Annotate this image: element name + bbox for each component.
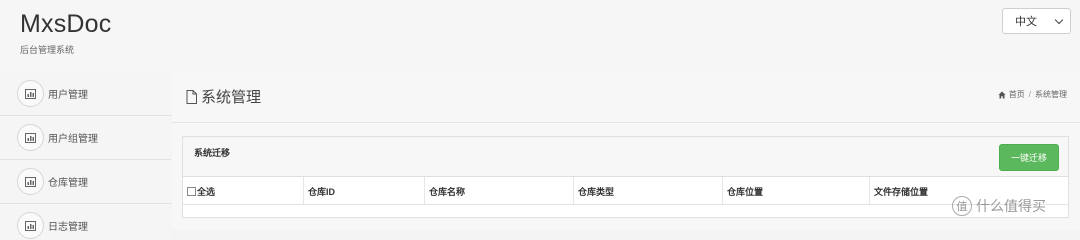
watermark: 值 什么值得买 <box>952 196 1046 216</box>
top-header: MxsDoc 后台管理系统 中文 <box>0 0 1080 72</box>
select-all-checkbox[interactable] <box>187 186 196 196</box>
header-divider <box>172 122 1080 123</box>
sidebar-item-log-management[interactable]: 日志管理 <box>0 204 171 240</box>
breadcrumb: 首页 / 系统管理 <box>998 89 1067 100</box>
breadcrumb-separator: / <box>1028 90 1031 99</box>
watermark-text: 什么值得买 <box>976 198 1046 214</box>
file-icon <box>186 89 197 104</box>
language-select-value: 中文 <box>1015 16 1037 28</box>
sidebar-item-user-management[interactable]: 用户管理 <box>0 72 171 116</box>
chevron-down-icon <box>1054 15 1064 25</box>
column-repo-name: 仓库名称 <box>425 177 574 205</box>
migration-panel: 系统迁移 一键迁移 全选 仓库ID 仓库名称 仓库类型 仓库位置 文件存储位置 <box>182 136 1069 218</box>
column-header: 仓库位置 <box>727 186 764 197</box>
home-icon <box>998 91 1006 98</box>
one-click-migrate-button[interactable]: 一键迁移 <box>999 144 1059 171</box>
column-header: 全选 <box>197 186 216 197</box>
main-content: 系统管理 首页 / 系统管理 系统迁移 一键迁移 全选 仓库ID 仓库名称 仓库… <box>172 72 1080 230</box>
breadcrumb-current: 系统管理 <box>1035 90 1067 99</box>
page-header: 系统管理 <box>186 86 261 107</box>
column-header: 仓库名称 <box>429 186 466 197</box>
column-repo-type: 仓库类型 <box>574 177 723 205</box>
sidebar-item-label: 用户管理 <box>48 90 88 101</box>
bar-chart-icon <box>17 212 44 239</box>
bar-chart-icon <box>17 124 44 151</box>
page-title: 系统管理 <box>201 89 262 106</box>
column-repo-location: 仓库位置 <box>723 177 870 205</box>
bar-chart-icon <box>17 80 44 107</box>
panel-title: 系统迁移 <box>194 148 231 158</box>
sidebar-item-label: 用户组管理 <box>48 134 98 145</box>
panel-heading: 系统迁移 一键迁移 <box>183 137 1068 177</box>
column-header: 文件存储位置 <box>874 186 929 197</box>
column-header: 仓库ID <box>308 186 336 197</box>
column-repo-id: 仓库ID <box>304 177 425 205</box>
table-header-row: 全选 仓库ID 仓库名称 仓库类型 仓库位置 文件存储位置 <box>183 177 1068 205</box>
sidebar-item-label: 日志管理 <box>48 222 88 233</box>
sidebar-item-repo-management[interactable]: 仓库管理 <box>0 160 171 204</box>
sidebar: 用户管理 用户组管理 仓库管理 日志管理 <box>0 72 171 240</box>
column-select-all[interactable]: 全选 <box>183 177 304 205</box>
bar-chart-icon <box>17 168 44 195</box>
column-header: 仓库类型 <box>578 186 615 197</box>
app-subtitle: 后台管理系统 <box>20 45 75 55</box>
language-select[interactable]: 中文 <box>1002 8 1071 34</box>
app-logo-title[interactable]: MxsDoc <box>20 10 111 39</box>
sidebar-item-label: 仓库管理 <box>48 178 88 189</box>
sidebar-item-group-management[interactable]: 用户组管理 <box>0 116 171 160</box>
breadcrumb-home-link[interactable]: 首页 <box>1009 89 1025 100</box>
watermark-logo-icon: 值 <box>952 196 972 216</box>
